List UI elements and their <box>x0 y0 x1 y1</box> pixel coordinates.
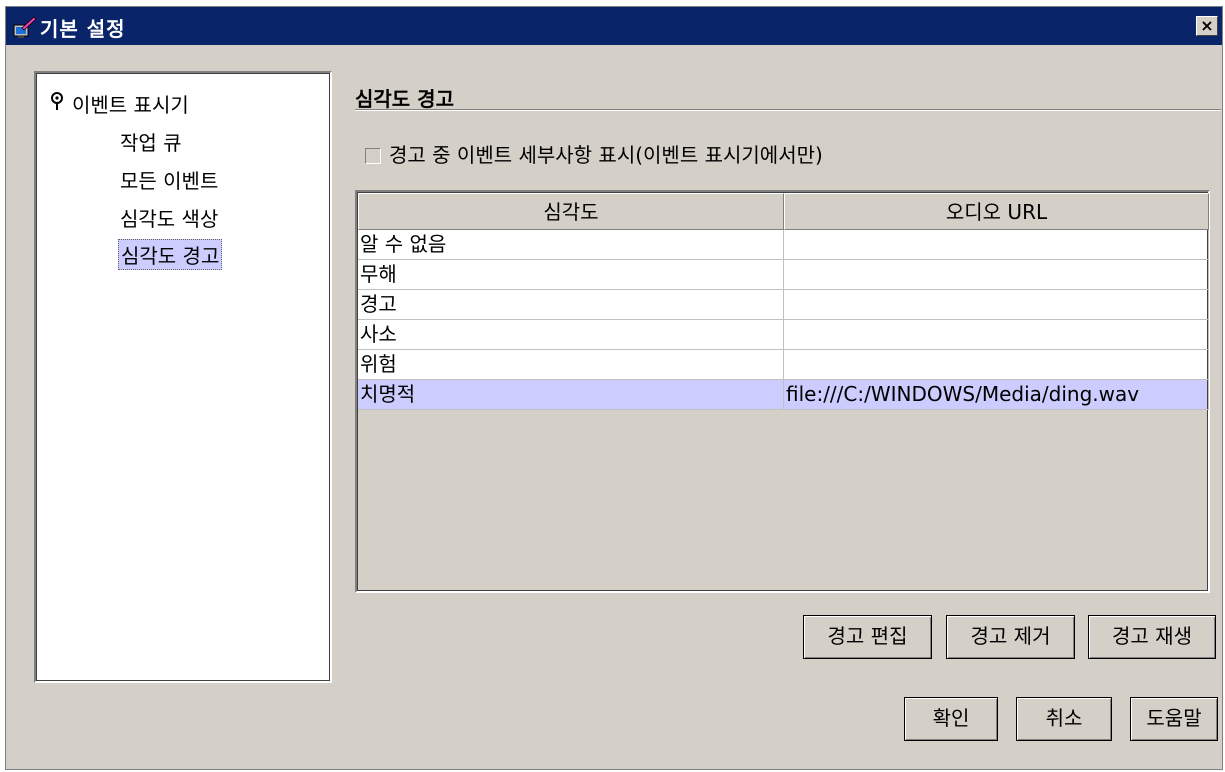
audio-url-cell <box>784 320 1209 350</box>
tree-item-label: 작업 큐 <box>120 131 182 155</box>
edit-alert-button[interactable]: 경고 편집 <box>803 615 932 659</box>
show-details-checkbox[interactable] <box>365 148 381 164</box>
window-title: 기본 설정 <box>40 17 126 41</box>
tree-root-label: 이벤트 표시기 <box>72 93 189 117</box>
remove-alert-button[interactable]: 경고 제거 <box>946 615 1075 659</box>
table-row[interactable]: 위험 <box>358 350 1209 380</box>
audio-url-cell <box>784 290 1209 320</box>
title-bar[interactable]: 기본 설정 × <box>6 7 1222 45</box>
severity-cell: 사소 <box>358 320 784 350</box>
table-row-selected[interactable]: 치명적 file:///C:/WINDOWS/Media/ding.wav <box>358 380 1209 410</box>
show-details-checkbox-row[interactable]: 경고 중 이벤트 세부사항 표시(이벤트 표시기에서만) <box>365 139 823 168</box>
table-row[interactable]: 경고 <box>358 290 1209 320</box>
ok-button[interactable]: 확인 <box>904 697 998 741</box>
tree-item-severity-colors[interactable]: 심각도 색상 <box>118 203 220 232</box>
table-header: 심각도 오디오 URL <box>358 193 1209 230</box>
pin-icon <box>51 92 63 110</box>
table-row[interactable]: 알 수 없음 <box>358 230 1209 260</box>
audio-url-cell <box>784 350 1209 380</box>
close-icon: × <box>1200 16 1214 35</box>
severity-cell: 경고 <box>358 290 784 320</box>
tree-item-all-events[interactable]: 모든 이벤트 <box>118 165 220 194</box>
alerts-table[interactable]: 심각도 오디오 URL 알 수 없음 무해 경고 사소 위험 치명적 file:… <box>355 190 1210 593</box>
section-title: 심각도 경고 <box>355 87 454 111</box>
show-details-label: 경고 중 이벤트 세부사항 표시(이벤트 표시기에서만) <box>389 143 823 167</box>
severity-cell: 치명적 <box>358 380 784 410</box>
table-row[interactable]: 무해 <box>358 260 1209 290</box>
tree-item-work-queue[interactable]: 작업 큐 <box>118 127 184 156</box>
tree-item-label: 모든 이벤트 <box>120 169 219 193</box>
section-divider <box>355 109 1221 111</box>
tree-root-event-viewer[interactable]: 이벤트 표시기 <box>50 89 189 118</box>
audio-url-cell <box>784 230 1209 260</box>
preferences-dialog: 기본 설정 × 이벤트 표시기 작업 큐 모든 이벤트 심각도 색상 심각도 경… <box>5 6 1223 770</box>
table-row[interactable]: 사소 <box>358 320 1209 350</box>
severity-cell: 무해 <box>358 260 784 290</box>
tree-item-label: 심각도 경고 <box>121 244 220 268</box>
audio-url-cell <box>784 260 1209 290</box>
help-button[interactable]: 도움말 <box>1130 697 1218 741</box>
column-header-severity[interactable]: 심각도 <box>358 193 784 230</box>
column-header-audio-url[interactable]: 오디오 URL <box>784 193 1209 230</box>
severity-cell: 위험 <box>358 350 784 380</box>
tree-item-severity-alerts[interactable]: 심각도 경고 <box>118 239 223 270</box>
close-button[interactable]: × <box>1196 16 1218 36</box>
category-tree[interactable]: 이벤트 표시기 작업 큐 모든 이벤트 심각도 색상 심각도 경고 <box>34 71 332 683</box>
tree-item-label: 심각도 색상 <box>120 207 219 231</box>
cancel-button[interactable]: 취소 <box>1016 697 1112 741</box>
audio-url-cell: file:///C:/WINDOWS/Media/ding.wav <box>784 380 1209 410</box>
severity-cell: 알 수 없음 <box>358 230 784 260</box>
app-icon <box>13 16 37 38</box>
play-alert-button[interactable]: 경고 재생 <box>1088 615 1216 659</box>
